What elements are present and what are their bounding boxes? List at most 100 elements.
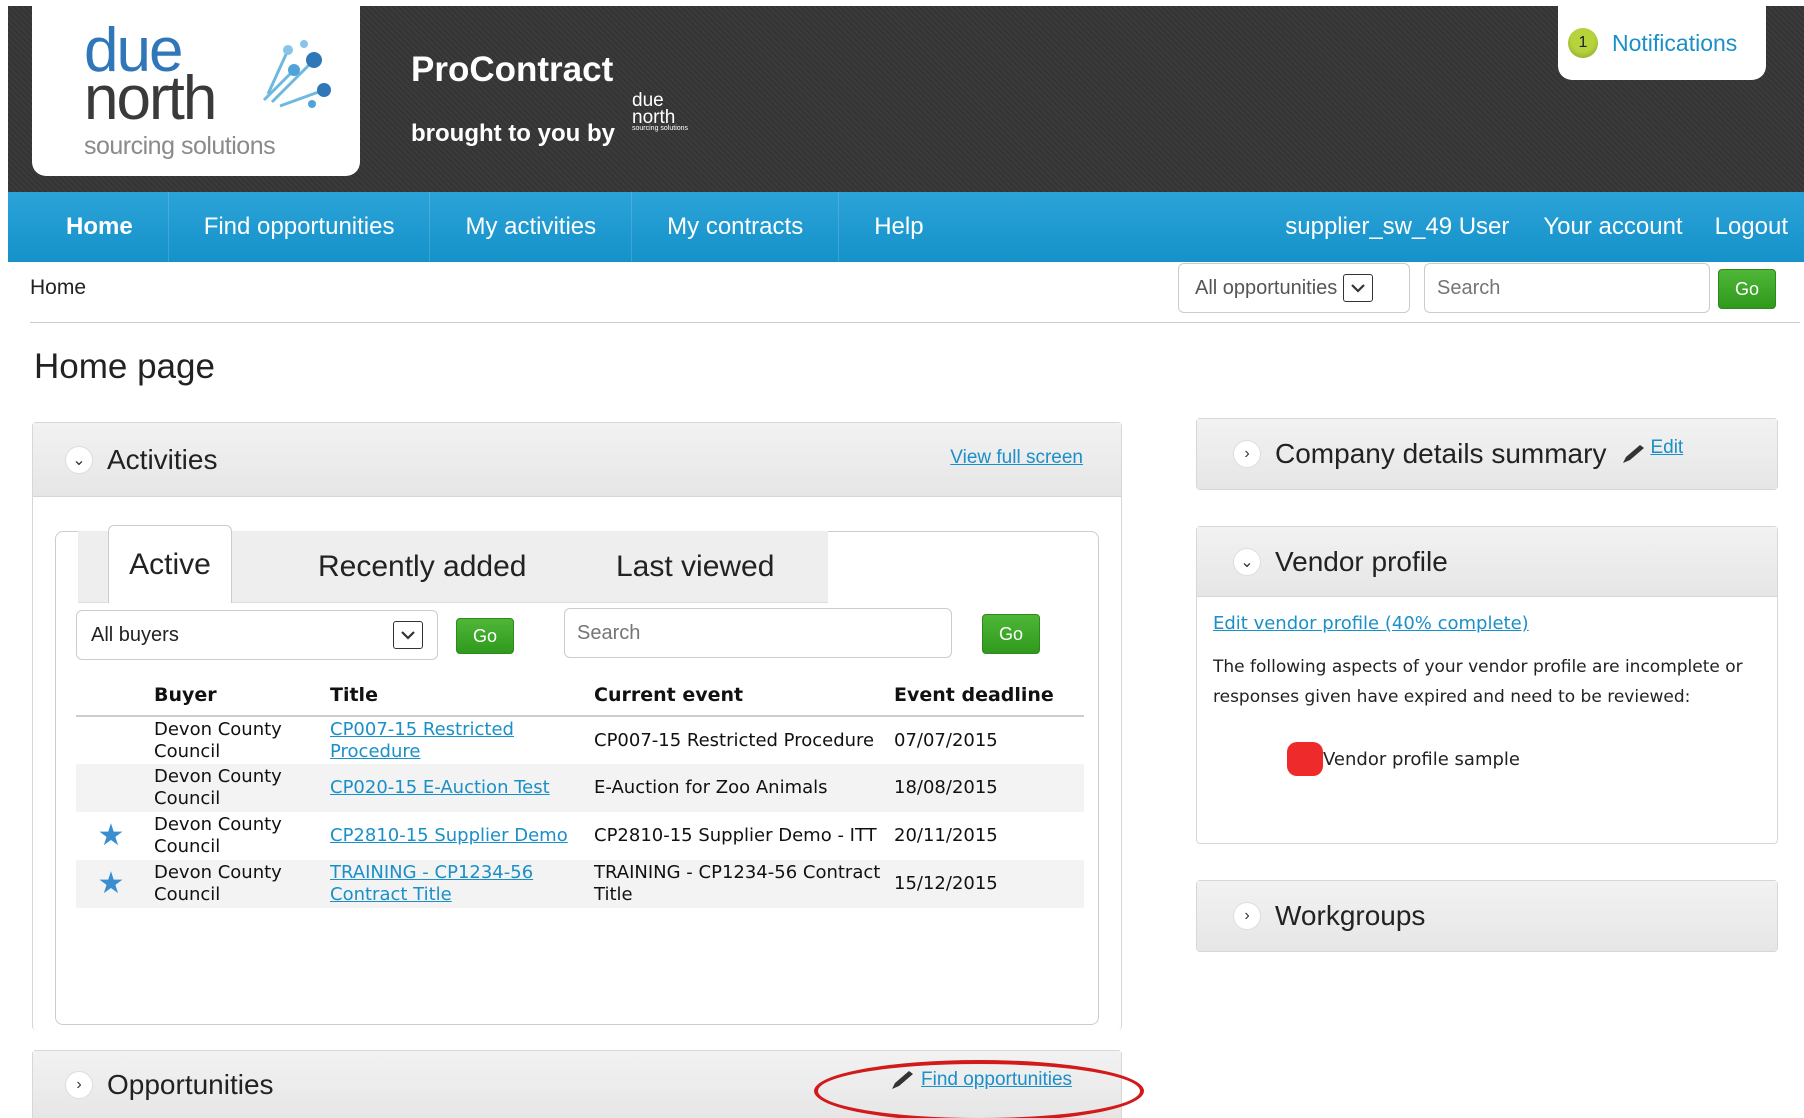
nav-user-name[interactable]: supplier_sw_49 User xyxy=(1269,192,1527,262)
vendor-profile-title: Vendor profile xyxy=(1275,545,1448,577)
logo-north-text: north xyxy=(84,64,217,133)
activities-table: Buyer Title Current event Event deadline… xyxy=(76,674,1084,908)
vendor-profile-header[interactable]: ⌄ Vendor profile xyxy=(1197,527,1777,597)
deadline-cell: 15/12/2015 xyxy=(894,860,1084,908)
current-event-cell: CP2810-15 Supplier Demo - ITT xyxy=(594,825,877,847)
deadline-cell: 07/07/2015 xyxy=(894,729,998,751)
notifications-button[interactable]: 1 Notifications xyxy=(1558,6,1766,80)
nav-account-area: supplier_sw_49 User Your account Logout xyxy=(1269,192,1804,262)
notifications-count-badge: 1 xyxy=(1568,28,1598,58)
app-subtitle: brought to you by xyxy=(411,120,615,147)
activity-title-link[interactable]: CP007-15 Restricted Procedure xyxy=(330,719,514,762)
star-cell xyxy=(76,716,154,764)
tab-recently-added[interactable]: Recently added xyxy=(318,531,526,603)
star-cell[interactable]: ★ xyxy=(76,812,154,860)
vendor-profile-item-label: Vendor profile sample xyxy=(1323,748,1520,770)
page-title: Home page xyxy=(34,347,215,386)
header-banner: due north sourcing solutions ProContract… xyxy=(8,6,1804,192)
workgroups-header[interactable]: › Workgroups xyxy=(1197,881,1777,951)
due-north-logo[interactable]: due north sourcing solutions xyxy=(32,6,360,176)
activities-search-go-button[interactable]: Go xyxy=(982,614,1040,654)
expand-chevron-icon[interactable]: › xyxy=(1233,902,1261,930)
vendor-profile-item: Vendor profile sample xyxy=(1287,742,1761,776)
edit-company-link[interactable]: Edit xyxy=(1650,437,1683,459)
vendor-profile-panel: ⌄ Vendor profile Edit vendor profile (40… xyxy=(1196,526,1778,844)
workgroups-panel: › Workgroups xyxy=(1196,880,1778,952)
search-scope-value: All opportunities xyxy=(1195,276,1338,299)
vendor-profile-body: Edit vendor profile (40% complete) The f… xyxy=(1197,597,1777,776)
activity-title-link[interactable]: CP020-15 E-Auction Test xyxy=(330,777,550,798)
nav-logout[interactable]: Logout xyxy=(1699,192,1804,262)
activities-title: Activities xyxy=(107,443,218,475)
nav-my-contracts[interactable]: My contracts xyxy=(632,192,840,262)
nav-your-account[interactable]: Your account xyxy=(1527,192,1698,262)
search-scope-select[interactable]: All opportunities xyxy=(1178,263,1410,313)
mini-logo-tagline: sourcing solutions xyxy=(632,125,689,133)
table-row: Devon County Council CP007-15 Restricted… xyxy=(76,716,1084,764)
star-cell[interactable]: ★ xyxy=(76,860,154,908)
buyer-cell: Devon County Council xyxy=(154,718,282,762)
company-details-panel: › Company details summary Edit xyxy=(1196,418,1778,490)
current-event-cell: CP007-15 Restricted Procedure xyxy=(594,729,875,751)
activities-header[interactable]: ⌄ Activities View full screen xyxy=(33,423,1121,497)
activity-title-link[interactable]: TRAINING - CP1234-56 Contract Title xyxy=(330,862,533,905)
star-icon[interactable]: ★ xyxy=(98,866,125,901)
company-details-title: Company details summary xyxy=(1275,438,1607,469)
view-full-screen-link[interactable]: View full screen xyxy=(950,447,1083,469)
logo-burst-icon xyxy=(262,40,331,108)
tab-last-viewed[interactable]: Last viewed xyxy=(616,531,774,603)
nav-home[interactable]: Home xyxy=(8,192,169,262)
nav-help[interactable]: Help xyxy=(839,192,958,262)
current-event-cell: TRAINING - CP1234-56 Contract Title xyxy=(594,860,894,908)
column-header-event-deadline[interactable]: Event deadline xyxy=(894,674,1084,717)
deadline-cell: 18/08/2015 xyxy=(894,764,1084,812)
table-row: Devon County Council CP020-15 E-Auction … xyxy=(76,764,1084,812)
buyer-filter-value: All buyers xyxy=(91,623,179,646)
nav-my-activities[interactable]: My activities xyxy=(430,192,633,262)
activities-tab-strip: Active Recently added Last viewed xyxy=(78,525,828,603)
vendor-profile-message: The following aspects of your vendor pro… xyxy=(1213,657,1743,707)
activities-tabs-box: Active Recently added Last viewed All bu… xyxy=(55,525,1099,1025)
table-row: ★ Devon County Council TRAINING - CP1234… xyxy=(76,860,1084,908)
activity-title-link[interactable]: CP2810-15 Supplier Demo xyxy=(330,825,568,846)
expand-chevron-icon[interactable]: › xyxy=(1233,440,1261,468)
main-nav: Home Find opportunities My activities My… xyxy=(8,192,1804,262)
collapse-chevron-icon[interactable]: ⌄ xyxy=(1233,547,1261,576)
buyer-filter-select[interactable]: All buyers xyxy=(76,610,438,660)
star-cell xyxy=(76,764,154,812)
column-header-buyer[interactable]: Buyer xyxy=(154,674,330,717)
buyer-cell: Devon County Council xyxy=(154,764,330,812)
buyer-cell: Devon County Council xyxy=(154,814,282,857)
company-details-header[interactable]: › Company details summary Edit xyxy=(1197,419,1777,489)
highlight-annotation-ellipse xyxy=(814,1060,1144,1118)
column-header-title[interactable]: Title xyxy=(330,674,594,717)
expand-chevron-icon[interactable]: › xyxy=(65,1071,93,1099)
divider xyxy=(30,322,1800,323)
mini-due-north-logo: due north sourcing solutions xyxy=(632,91,689,133)
buyer-filter-go-button[interactable]: Go xyxy=(456,618,514,654)
chevron-down-icon xyxy=(393,621,423,649)
top-search-go-button[interactable]: Go xyxy=(1718,269,1776,309)
activities-panel: ⌄ Activities View full screen Active Rec… xyxy=(32,422,1122,1030)
star-icon[interactable]: ★ xyxy=(98,818,125,853)
opportunities-title: Opportunities xyxy=(107,1069,274,1100)
tab-active[interactable]: Active xyxy=(108,525,232,603)
deadline-cell: 20/11/2015 xyxy=(894,825,998,847)
edit-vendor-profile-link[interactable]: Edit vendor profile (40% complete) xyxy=(1213,613,1761,634)
collapse-chevron-icon[interactable]: ⌄ xyxy=(65,445,93,474)
activities-search-input[interactable] xyxy=(564,608,952,658)
table-header-row: Buyer Title Current event Event deadline xyxy=(76,674,1084,717)
logo-tagline: sourcing solutions xyxy=(84,132,276,160)
nav-find-opportunities[interactable]: Find opportunities xyxy=(169,192,431,262)
workgroups-title: Workgroups xyxy=(1275,900,1426,931)
pencil-icon xyxy=(1623,445,1645,463)
buyer-cell: Devon County Council xyxy=(154,860,330,908)
top-search-input[interactable] xyxy=(1424,263,1710,313)
star-column-header xyxy=(76,674,154,717)
chevron-down-icon xyxy=(1343,274,1374,302)
breadcrumb[interactable]: Home xyxy=(30,276,86,300)
incomplete-status-icon xyxy=(1287,742,1323,776)
column-header-current-event[interactable]: Current event xyxy=(594,674,894,717)
app-title: ProContract xyxy=(411,50,614,89)
notifications-label: Notifications xyxy=(1612,29,1738,56)
